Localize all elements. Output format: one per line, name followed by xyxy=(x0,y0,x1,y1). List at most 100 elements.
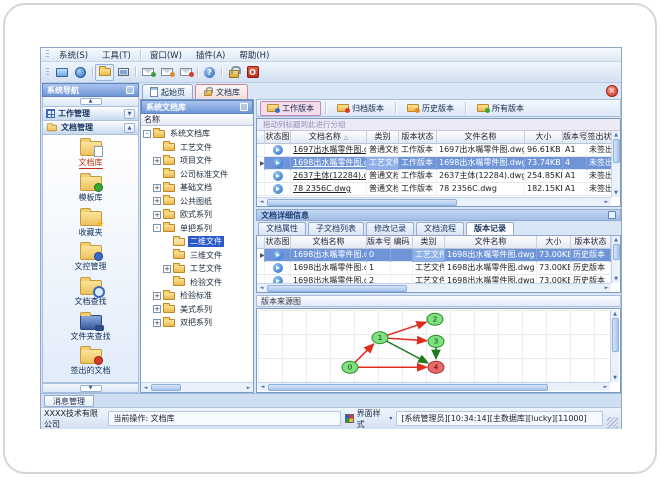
table-vertical-scrollbar[interactable]: ▲ ▼ xyxy=(611,131,620,197)
column-file-name[interactable]: 文件名称 xyxy=(437,131,525,144)
scroll-thumb[interactable] xyxy=(611,318,619,352)
pin-icon[interactable] xyxy=(240,103,248,111)
column-category[interactable]: 类别 xyxy=(413,236,445,249)
sidebar-section-docs[interactable]: 文档管理 ▲ xyxy=(42,121,139,135)
column-size[interactable]: 大小 xyxy=(525,131,563,144)
help-button[interactable]: ? xyxy=(200,64,219,81)
scroll-thumb[interactable] xyxy=(267,284,407,292)
tree-node[interactable]: + 基础文档 xyxy=(141,181,253,195)
sidebar-section-work[interactable]: 工作管理 ▼ xyxy=(42,107,139,121)
scroll-left-icon[interactable]: ◄ xyxy=(257,198,266,206)
scroll-down-icon[interactable]: ▼ xyxy=(612,275,621,283)
tab-doc-flow[interactable]: 文档流程 xyxy=(416,222,464,235)
tree-expander-icon[interactable]: - xyxy=(153,224,161,233)
column-version-no[interactable]: 版本号 xyxy=(563,131,587,144)
graph-vertical-scrollbar[interactable]: ▲ ▼ xyxy=(610,310,619,382)
globe-button[interactable] xyxy=(71,64,90,81)
table-horizontal-scrollbar[interactable]: ◄ ► xyxy=(257,197,611,206)
scroll-thumb[interactable] xyxy=(151,384,181,391)
sidebar-item-doc-control[interactable]: 文控管理 xyxy=(43,242,138,272)
sidebar-item-template-library[interactable]: 模板库 xyxy=(43,173,138,203)
doc-name-link[interactable]: 1698出水嘴零件图.dwg xyxy=(291,157,367,170)
tab-doc-library[interactable]: 文档库 xyxy=(195,84,248,99)
group-by-hint[interactable]: 拖动列标题到此进行分组 xyxy=(257,119,620,131)
chevron-up-icon[interactable]: ▲ xyxy=(124,122,135,133)
archived-versions-button[interactable]: 归档版本 xyxy=(330,101,391,116)
table-row-selected[interactable]: ▶1698出水嘴零件图.dwg0工艺文件1698出水嘴零件图.dwg73.00K… xyxy=(257,249,611,262)
table-horizontal-scrollbar[interactable]: ◄ ► xyxy=(257,283,611,292)
work-versions-button[interactable]: 工作版本 xyxy=(260,100,321,116)
scroll-up-icon[interactable]: ▲ xyxy=(612,236,621,244)
column-version-no[interactable]: 版本号 xyxy=(367,236,391,249)
scroll-down-icon[interactable]: ▼ xyxy=(612,189,621,197)
graph-horizontal-scrollbar[interactable]: ◄ ► xyxy=(258,382,610,391)
tree-node[interactable]: 三维文件 xyxy=(141,249,253,263)
pin-icon[interactable] xyxy=(126,86,134,94)
scroll-left-icon[interactable]: ◄ xyxy=(258,383,267,391)
scroll-left-icon[interactable]: ◄ xyxy=(257,284,266,292)
scroll-down-icon[interactable]: ▼ xyxy=(611,374,620,382)
collapse-down-button[interactable]: ▼ xyxy=(79,384,102,392)
tree-expander-icon[interactable]: + xyxy=(153,305,161,314)
tree-column-header[interactable]: 名称 xyxy=(141,114,253,126)
column-version-state[interactable]: 版本状态 xyxy=(571,236,611,249)
scroll-thumb[interactable] xyxy=(267,198,457,206)
scroll-left-icon[interactable]: ◄ xyxy=(141,384,150,392)
scroll-thumb[interactable] xyxy=(612,139,620,163)
tree-expander-icon[interactable]: + xyxy=(163,264,171,273)
tree-expander-icon[interactable]: + xyxy=(153,318,161,327)
version-graph-canvas[interactable]: 0 1 2 3 4 xyxy=(258,310,610,382)
table-row[interactable]: 1698出水嘴零件图.dwg1工艺文件1698出水嘴零件图.dwg73.00KB… xyxy=(257,262,611,275)
doc-name-link[interactable]: 1697出水嘴零件图.dwg xyxy=(291,144,367,157)
menu-plugins[interactable]: 插件(A) xyxy=(189,49,232,61)
tab-doc-properties[interactable]: 文档属性 xyxy=(258,222,306,235)
all-versions-button[interactable]: 所有版本 xyxy=(470,101,531,116)
tree-node[interactable]: + 美式系列 xyxy=(141,303,253,317)
ui-style-dropdown[interactable]: 界面样式 ▾ xyxy=(345,408,392,430)
table-vertical-scrollbar[interactable]: ▲ ▼ xyxy=(611,236,620,283)
mail-receive-button[interactable] xyxy=(176,64,195,81)
column-category[interactable]: 类别 xyxy=(367,131,399,144)
workstation-button[interactable] xyxy=(114,64,133,81)
close-icon[interactable]: × xyxy=(606,85,618,97)
scroll-right-icon[interactable]: ► xyxy=(601,383,610,391)
mail-new-button[interactable] xyxy=(138,64,157,81)
tree-horizontal-scrollbar[interactable]: ◄ ► xyxy=(141,382,253,392)
folder-open-button[interactable] xyxy=(95,63,114,81)
menu-grip[interactable] xyxy=(46,50,49,59)
menu-help[interactable]: 帮助(H) xyxy=(232,49,276,61)
chevron-down-icon[interactable]: ▼ xyxy=(124,108,135,119)
tree-node[interactable]: - 单把系列 xyxy=(141,222,253,236)
mail-forward-button[interactable] xyxy=(157,64,176,81)
column-status[interactable]: 状态图 xyxy=(265,131,291,144)
column-version-state[interactable]: 版本状态 xyxy=(399,131,437,144)
tab-start-page[interactable]: 起始页 xyxy=(142,84,193,99)
tree-expander-icon[interactable]: + xyxy=(153,210,161,219)
column-status[interactable]: 状态图 xyxy=(265,236,291,249)
menu-window[interactable]: 窗口(W) xyxy=(143,49,189,61)
tab-modify-records[interactable]: 修改记录 xyxy=(366,222,414,235)
toolbar-grip[interactable] xyxy=(46,67,49,77)
column-size[interactable]: 大小 xyxy=(537,236,571,249)
tree-expander-icon[interactable]: + xyxy=(153,197,161,206)
doc-name-link[interactable]: 78 2356C.dwg xyxy=(291,183,367,196)
tree-node[interactable]: + 工艺文件 xyxy=(141,262,253,276)
scroll-right-icon[interactable]: ► xyxy=(602,284,611,292)
tree-node[interactable]: 工艺文件 xyxy=(141,141,253,155)
column-doc-name[interactable]: 文档名称 xyxy=(291,236,367,249)
tree-node-selected[interactable]: 二维文件 xyxy=(141,235,253,249)
column-file-name[interactable]: 文件名称 xyxy=(445,236,537,249)
monitor-button[interactable] xyxy=(52,64,71,81)
table-row[interactable]: 1697出水嘴零件图.dwg普通文档工作版本1697出水嘴零件图.dwg96.6… xyxy=(257,144,611,157)
pin-icon[interactable] xyxy=(608,211,616,219)
sidebar-item-doc-search[interactable]: 文档查找 xyxy=(43,277,138,307)
doc-name-link[interactable]: 2637主体(12284).dwg xyxy=(291,170,367,183)
tree-expander-icon[interactable]: + xyxy=(153,183,161,192)
tree-node[interactable]: + 检验标准 xyxy=(141,289,253,303)
menu-tools[interactable]: 工具(T) xyxy=(95,49,138,61)
sidebar-item-checked-out-docs[interactable]: 签出的文档 xyxy=(43,346,138,376)
tree-expander-icon[interactable]: - xyxy=(143,129,151,138)
scroll-up-icon[interactable]: ▲ xyxy=(612,131,621,139)
history-versions-button[interactable]: 历史版本 xyxy=(400,101,461,116)
column-code[interactable]: 编码 xyxy=(391,236,413,249)
